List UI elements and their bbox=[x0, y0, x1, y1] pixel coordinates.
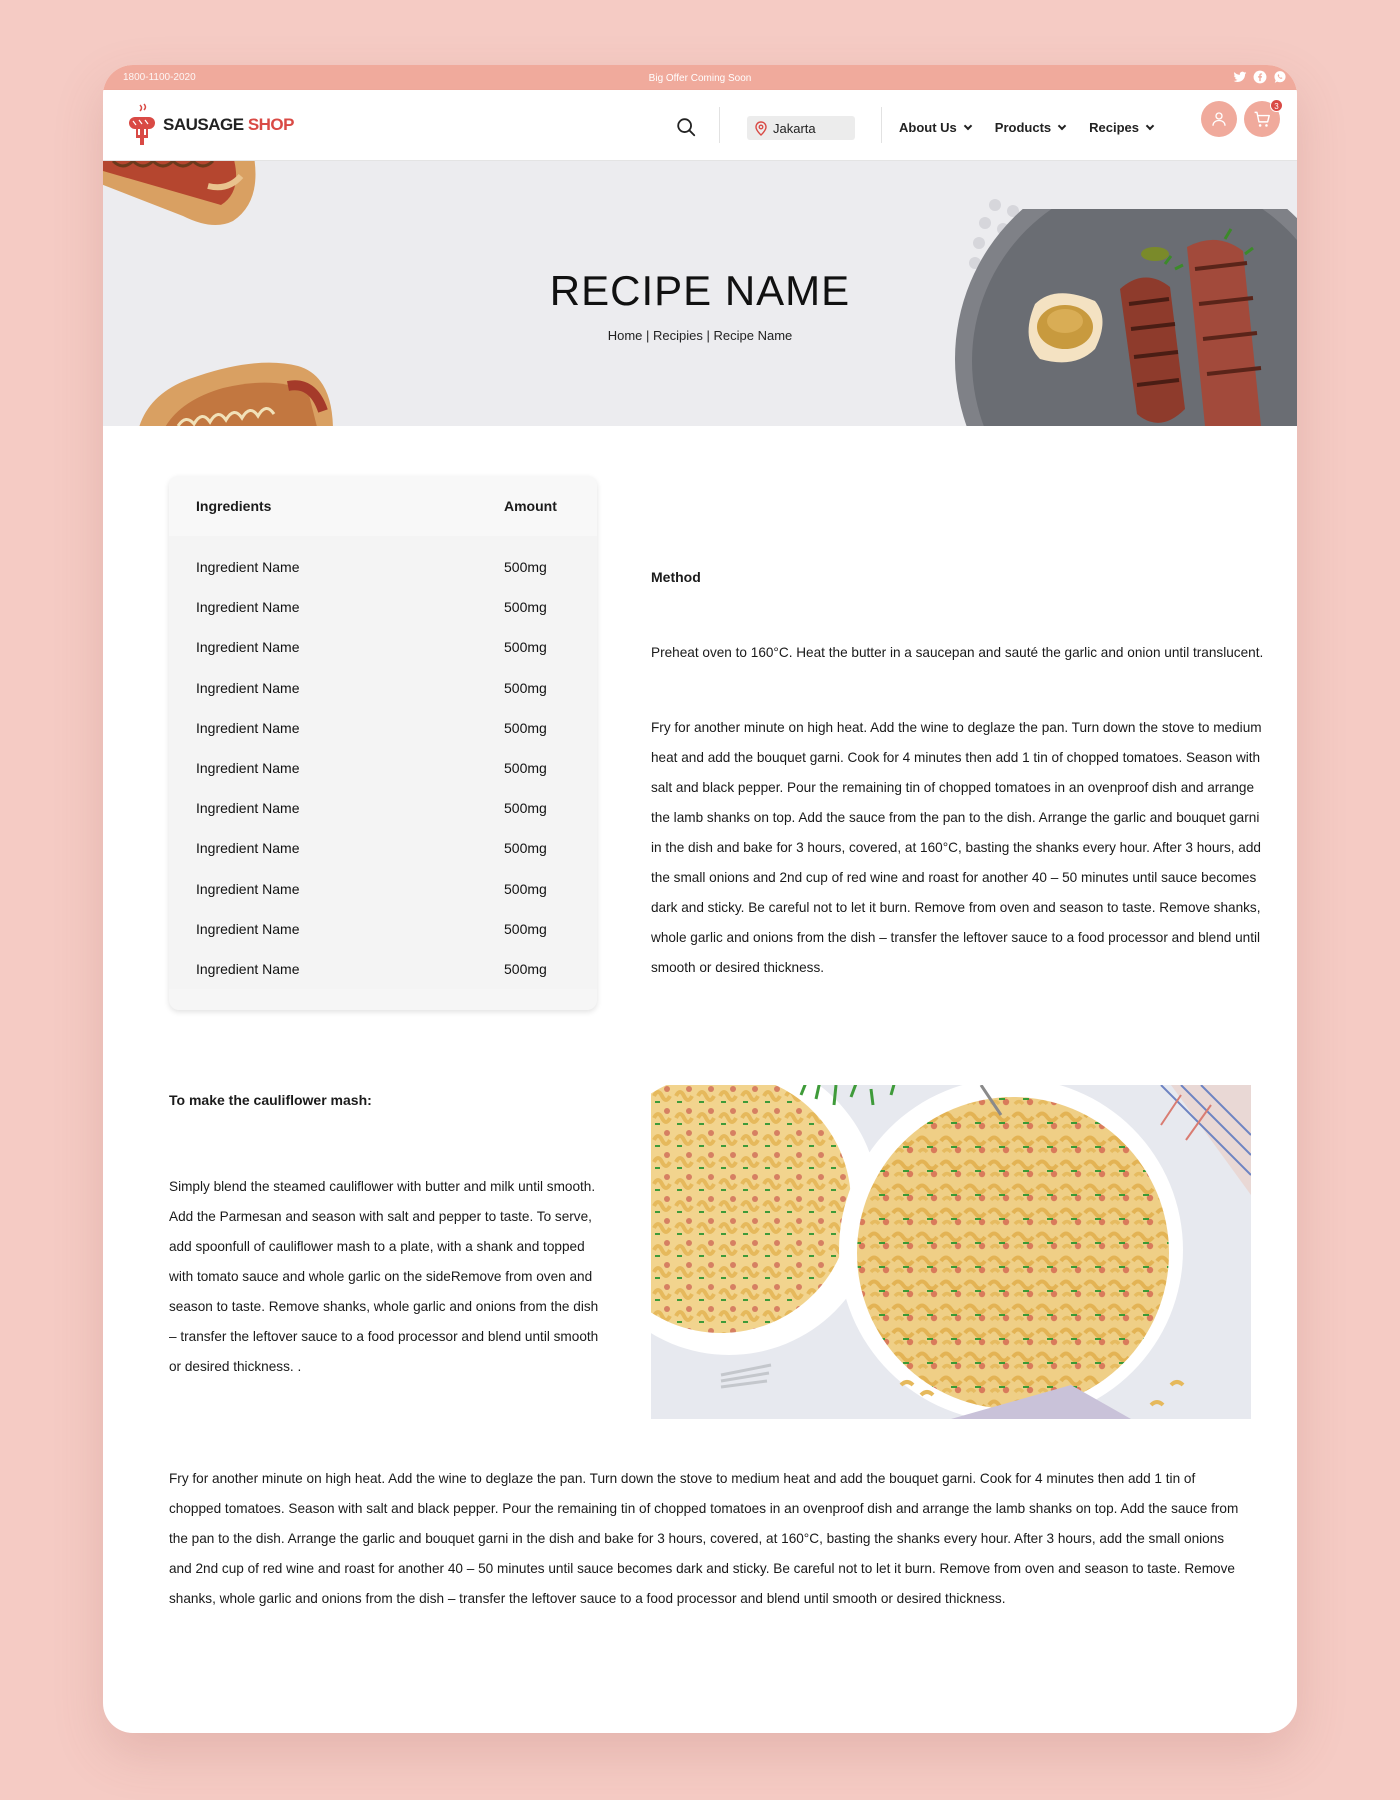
column-header-ingredients: Ingredients bbox=[196, 498, 272, 514]
table-row: Ingredient Name 500mg bbox=[169, 788, 597, 828]
ingredient-name: Ingredient Name bbox=[196, 679, 300, 696]
social-links bbox=[1233, 70, 1287, 84]
ingredients-table: Ingredients Amount Ingredient Name 500mg … bbox=[169, 476, 597, 1010]
breadcrumb-separator: | bbox=[646, 328, 650, 343]
hero-banner: RECIPE NAME Home | Recipies | Recipe Nam… bbox=[103, 161, 1297, 426]
nav-label: About Us bbox=[899, 120, 957, 135]
breadcrumb: Home | Recipies | Recipe Name bbox=[103, 328, 1297, 343]
page-frame: 1800-1100-2020 Big Offer Coming Soon SAU… bbox=[103, 65, 1297, 1733]
hotdog-image-top bbox=[103, 161, 256, 225]
ingredient-name: Ingredient Name bbox=[196, 559, 300, 576]
chevron-down-icon bbox=[1145, 121, 1155, 130]
sausage-plate-image bbox=[955, 209, 1297, 426]
ingredient-name: Ingredient Name bbox=[196, 880, 300, 897]
method-paragraph-2: Fry for another minute on high heat. Add… bbox=[651, 720, 1262, 975]
breadcrumb-home[interactable]: Home bbox=[608, 328, 643, 343]
nav-about-us[interactable]: About Us bbox=[899, 120, 973, 135]
ingredient-amount: 500mg bbox=[504, 960, 547, 977]
ingredient-amount: 500mg bbox=[504, 559, 547, 576]
method-paragraph-1: Preheat oven to 160°C. Heat the butter i… bbox=[651, 645, 1264, 660]
column-header-amount: Amount bbox=[504, 498, 557, 514]
table-row: Ingredient Name 500mg bbox=[169, 547, 597, 587]
ingredient-amount: 500mg bbox=[504, 760, 547, 777]
nav-recipes[interactable]: Recipes bbox=[1089, 120, 1155, 135]
table-row: Ingredient Name 500mg bbox=[169, 668, 597, 708]
ingredient-name: Ingredient Name bbox=[196, 760, 300, 777]
ingredient-name: Ingredient Name bbox=[196, 840, 300, 857]
cart-button[interactable]: 3 bbox=[1244, 99, 1283, 137]
ingredient-name: Ingredient Name bbox=[196, 800, 300, 817]
ingredient-amount: 500mg bbox=[504, 599, 547, 616]
ingredients-table-body: Ingredient Name 500mg Ingredient Name 500m… bbox=[169, 536, 597, 990]
hotdog-image-bottom bbox=[139, 362, 333, 426]
cauliflower-paragraph: Simply blend the steamed cauliflower wit… bbox=[169, 1179, 599, 1374]
ingredient-name: Ingredient Name bbox=[196, 599, 300, 616]
brand-logo[interactable]: SAUSAGE SHOP bbox=[125, 103, 295, 147]
table-row: Ingredient Name 500mg bbox=[169, 828, 597, 868]
whatsapp-icon[interactable] bbox=[1273, 70, 1287, 84]
table-row: Ingredient Name 500mg bbox=[169, 748, 597, 788]
search-button[interactable] bbox=[675, 116, 697, 138]
breadcrumb-current: Recipe Name bbox=[713, 328, 793, 343]
cart-icon bbox=[1254, 111, 1270, 127]
breadcrumb-recipes[interactable]: Recipies bbox=[653, 328, 703, 343]
ingredient-amount: 500mg bbox=[504, 719, 547, 736]
table-row: Ingredient Name 500mg bbox=[169, 869, 597, 909]
map-pin-icon bbox=[755, 120, 767, 136]
ingredient-name: Ingredient Name bbox=[196, 960, 300, 977]
facebook-icon[interactable] bbox=[1253, 70, 1267, 84]
twitter-icon[interactable] bbox=[1233, 70, 1247, 84]
ingredient-amount: 500mg bbox=[504, 920, 547, 937]
offer-banner: Big Offer Coming Soon bbox=[648, 73, 752, 84]
sausage-fork-logo-icon bbox=[129, 103, 155, 145]
additional-instructions-paragraph: Fry for another minute on high heat. Add… bbox=[169, 1471, 1239, 1606]
user-icon bbox=[1212, 112, 1226, 126]
top-bar: 1800-1100-2020 Big Offer Coming Soon bbox=[103, 65, 1297, 90]
table-row: Ingredient Name 500mg bbox=[169, 587, 597, 627]
chevron-down-icon bbox=[1057, 121, 1067, 130]
account-button[interactable] bbox=[1201, 101, 1237, 137]
nav-products[interactable]: Products bbox=[994, 120, 1067, 135]
page-title: RECIPE NAME bbox=[549, 267, 851, 314]
ingredient-name: Ingredient Name bbox=[196, 719, 300, 736]
ingredient-amount: 500mg bbox=[504, 639, 547, 656]
ingredient-amount: 500mg bbox=[504, 880, 547, 897]
ingredient-amount: 500mg bbox=[504, 800, 547, 817]
header-divider bbox=[719, 107, 720, 143]
search-icon bbox=[677, 118, 696, 137]
ingredient-amount: 500mg bbox=[504, 840, 547, 857]
nav-label: Recipes bbox=[1089, 120, 1139, 135]
location-label: Jakarta bbox=[773, 120, 816, 136]
brand-word-sausage: SAUSAGE bbox=[163, 115, 244, 134]
ingredient-name: Ingredient Name bbox=[196, 639, 300, 656]
ingredients-table-header: Ingredients Amount bbox=[169, 476, 597, 536]
brand-word-shop: SHOP bbox=[247, 115, 295, 134]
table-row: Ingredient Name 500mg bbox=[169, 627, 597, 667]
pasta-bowls-image bbox=[651, 1085, 1251, 1419]
cauliflower-heading: To make the cauliflower mash: bbox=[169, 1092, 372, 1108]
chevron-down-icon bbox=[963, 121, 973, 130]
breadcrumb-separator: | bbox=[706, 328, 710, 343]
location-selector[interactable]: Jakarta bbox=[747, 116, 855, 140]
table-row: Ingredient Name 500mg bbox=[169, 708, 597, 748]
main-header: SAUSAGE SHOP Jakarta About Us Products R… bbox=[103, 90, 1297, 161]
table-row: Ingredient Name 500mg bbox=[169, 949, 597, 989]
method-heading: Method bbox=[651, 569, 701, 585]
table-row: Ingredient Name 500mg bbox=[169, 909, 597, 949]
brand-name: SAUSAGE SHOP bbox=[163, 115, 295, 135]
ingredient-amount: 500mg bbox=[504, 679, 547, 696]
cart-count-badge: 3 bbox=[1270, 99, 1283, 112]
nav-label: Products bbox=[994, 120, 1052, 135]
ingredient-name: Ingredient Name bbox=[196, 920, 300, 937]
header-divider bbox=[881, 107, 882, 143]
main-nav: About Us Products Recipes bbox=[899, 120, 1155, 135]
